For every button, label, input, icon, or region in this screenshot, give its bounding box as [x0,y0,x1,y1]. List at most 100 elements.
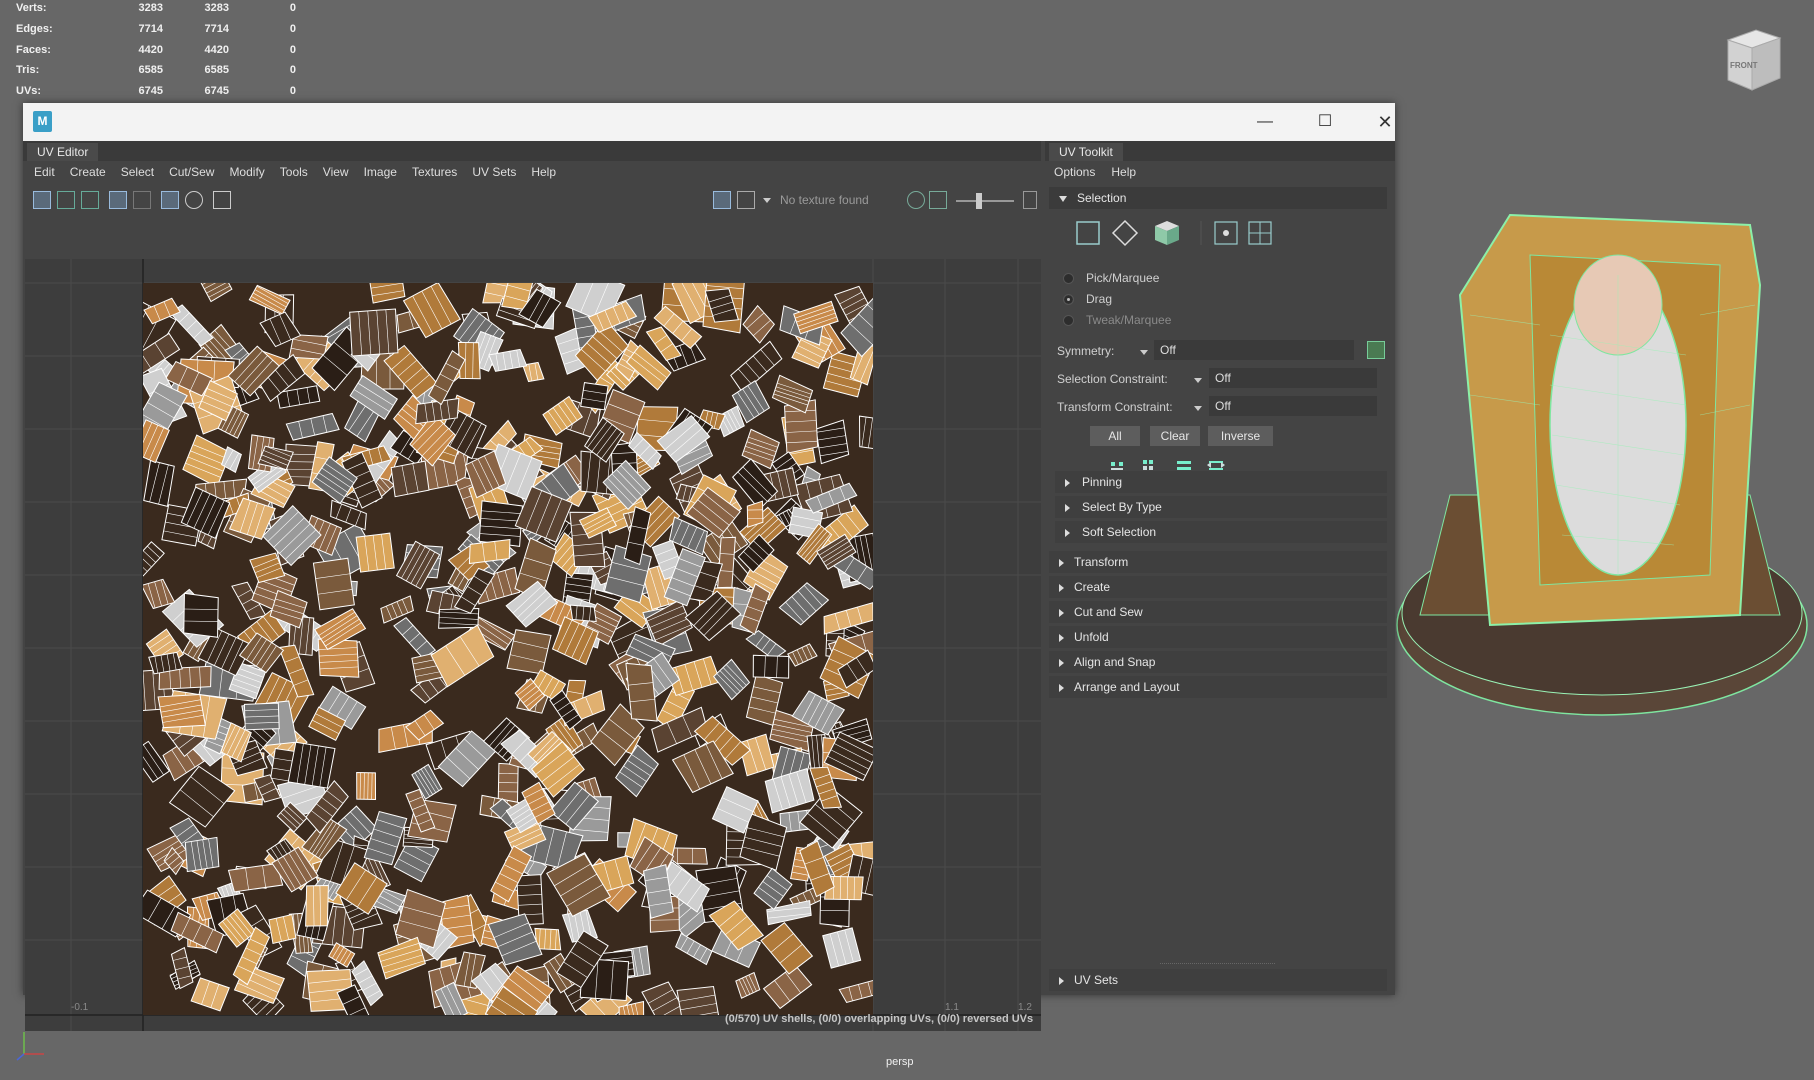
menu-modify[interactable]: Modify [229,165,264,179]
select-buttons-row: All Clear Inverse [1045,426,1395,448]
distortion-icon[interactable] [185,191,203,209]
section-soft-selection[interactable]: Soft Selection [1055,521,1387,543]
minimize-button[interactable]: — [1243,110,1287,134]
menu-edit[interactable]: Edit [34,165,55,179]
maximize-button[interactable]: ☐ [1303,110,1347,134]
menu-image[interactable]: Image [364,165,397,179]
uv-shell-select-icon[interactable] [1214,221,1238,245]
grow-selection-icon[interactable] [1143,460,1153,470]
shrink-selection-icon[interactable] [1111,462,1123,470]
tab-uv-editor[interactable]: UV Editor [27,143,99,161]
texture-selector[interactable]: No texture found [780,193,869,207]
section-arrange-and-layout[interactable]: Arrange and Layout [1049,676,1387,698]
section-cut-and-sew[interactable]: Cut and Sew [1049,601,1387,623]
uv-stack-icon[interactable] [81,191,99,209]
gamma-icon[interactable] [1023,191,1037,209]
uv-grid-select-icon[interactable] [1248,221,1272,245]
menu-select[interactable]: Select [121,165,154,179]
symmetry-settings-icon[interactable] [1367,341,1385,359]
view-cube[interactable]: FRONT [1722,22,1784,94]
section-select-by-type[interactable]: Select By Type [1055,496,1387,518]
section-label: Cut and Sew [1074,605,1143,619]
uv-texture-layout[interactable] [143,283,873,1015]
camera-label: persp [886,1056,914,1068]
snapshot-icon[interactable] [213,191,231,209]
menu-options[interactable]: Options [1054,165,1095,179]
hud-value: 0 [289,2,296,15]
transform-constraint-select[interactable]: Off [1209,396,1377,416]
section-selection[interactable]: Selection [1049,187,1387,209]
select-ring-icon[interactable] [1207,461,1225,470]
radio-dot [1063,272,1074,284]
select-all-button[interactable]: All [1090,426,1140,446]
checker-icon[interactable] [737,191,755,209]
slider-handle[interactable] [976,193,982,209]
uv-shell-icon[interactable] [33,191,51,209]
clear-selection-button[interactable]: Clear [1150,426,1200,446]
menu-textures[interactable]: Textures [412,165,457,179]
model-wireframe-viewport[interactable] [1390,195,1814,735]
symmetry-label: Symmetry: [1057,344,1115,358]
section-align-and-snap[interactable]: Align and Snap [1049,651,1387,673]
section-pinning[interactable]: Pinning [1055,471,1387,493]
collapsed-triangle-icon [1065,528,1070,537]
hud-row-faces: Faces: 4420 4420 0 [16,39,296,60]
poly-count-hud: Verts: 3283 3283 0 Edges: 7714 7714 0 Fa… [16,0,296,101]
radio-dot [1063,314,1074,326]
vertex-select-icon[interactable] [1111,219,1139,247]
hud-value: 6745 [138,85,163,98]
symmetry-select[interactable]: Off [1154,340,1354,360]
image-display-icon[interactable] [713,191,731,209]
selection-constraint-dropdown-icon[interactable] [1194,378,1202,383]
symmetry-dropdown-icon[interactable] [1140,350,1148,355]
hud-value: 6585 [204,64,229,77]
face-select-icon[interactable] [1155,221,1179,245]
panel-resize-handle[interactable] [1160,963,1275,964]
collapsed-triangle-icon [1059,583,1064,592]
menu-create[interactable]: Create [70,165,106,179]
transform-constraint-dropdown-icon[interactable] [1194,406,1202,411]
select-loop-icon[interactable] [1177,461,1191,470]
window-titlebar[interactable]: M — ☐ ✕ [23,103,1395,141]
section-transform[interactable]: Transform [1049,551,1387,573]
image-ratio-icon[interactable] [929,191,947,209]
isolate-icon[interactable] [907,191,925,209]
radio-drag[interactable]: Drag [1063,292,1112,306]
checker-dropdown-icon[interactable] [763,198,771,203]
edge-select-icon[interactable] [1076,221,1100,245]
section-uv-sets[interactable]: UV Sets [1049,969,1387,991]
section-create[interactable]: Create [1049,576,1387,598]
radio-dot [1063,293,1074,305]
collapsed-triangle-icon [1065,478,1070,487]
uv-tile-icon[interactable] [57,191,75,209]
menu-help[interactable]: Help [1111,165,1136,179]
hud-row-verts: Verts: 3283 3283 0 [16,0,296,19]
exposure-slider[interactable] [956,193,1014,209]
inverse-selection-button[interactable]: Inverse [1208,426,1273,446]
display-grid-icon[interactable] [109,191,127,209]
menu-cut-sew[interactable]: Cut/Sew [169,165,214,179]
section-label: UV Sets [1074,973,1119,987]
tab-uv-toolkit[interactable]: UV Toolkit [1049,143,1123,161]
pixel-snap-icon[interactable] [133,191,151,209]
radio-pick-marquee[interactable]: Pick/Marquee [1063,271,1159,285]
menu-uv-sets[interactable]: UV Sets [472,165,516,179]
uv-viewport[interactable]: -0.1 1.1 1.2 [25,259,1041,1031]
selection-constraint-select[interactable]: Off [1209,368,1377,388]
section-label: Transform [1074,555,1129,569]
menu-tools[interactable]: Tools [280,165,308,179]
hud-value: 7714 [138,23,163,36]
hud-value: 0 [289,64,296,77]
menu-view[interactable]: View [323,165,349,179]
hud-value: 3283 [204,2,229,15]
hud-row-uvs: UVs: 6745 6745 0 [16,81,296,102]
menu-help[interactable]: Help [531,165,556,179]
hud-label: Tris: [16,64,40,77]
close-button[interactable]: ✕ [1363,110,1407,134]
shaded-uv-icon[interactable] [161,191,179,209]
uv-toolkit-menubar: Options Help [1045,161,1395,183]
section-unfold[interactable]: Unfold [1049,626,1387,648]
selection-constraint-label: Selection Constraint: [1057,372,1168,386]
section-label: Create [1074,580,1111,594]
hud-label: Faces: [16,43,51,56]
